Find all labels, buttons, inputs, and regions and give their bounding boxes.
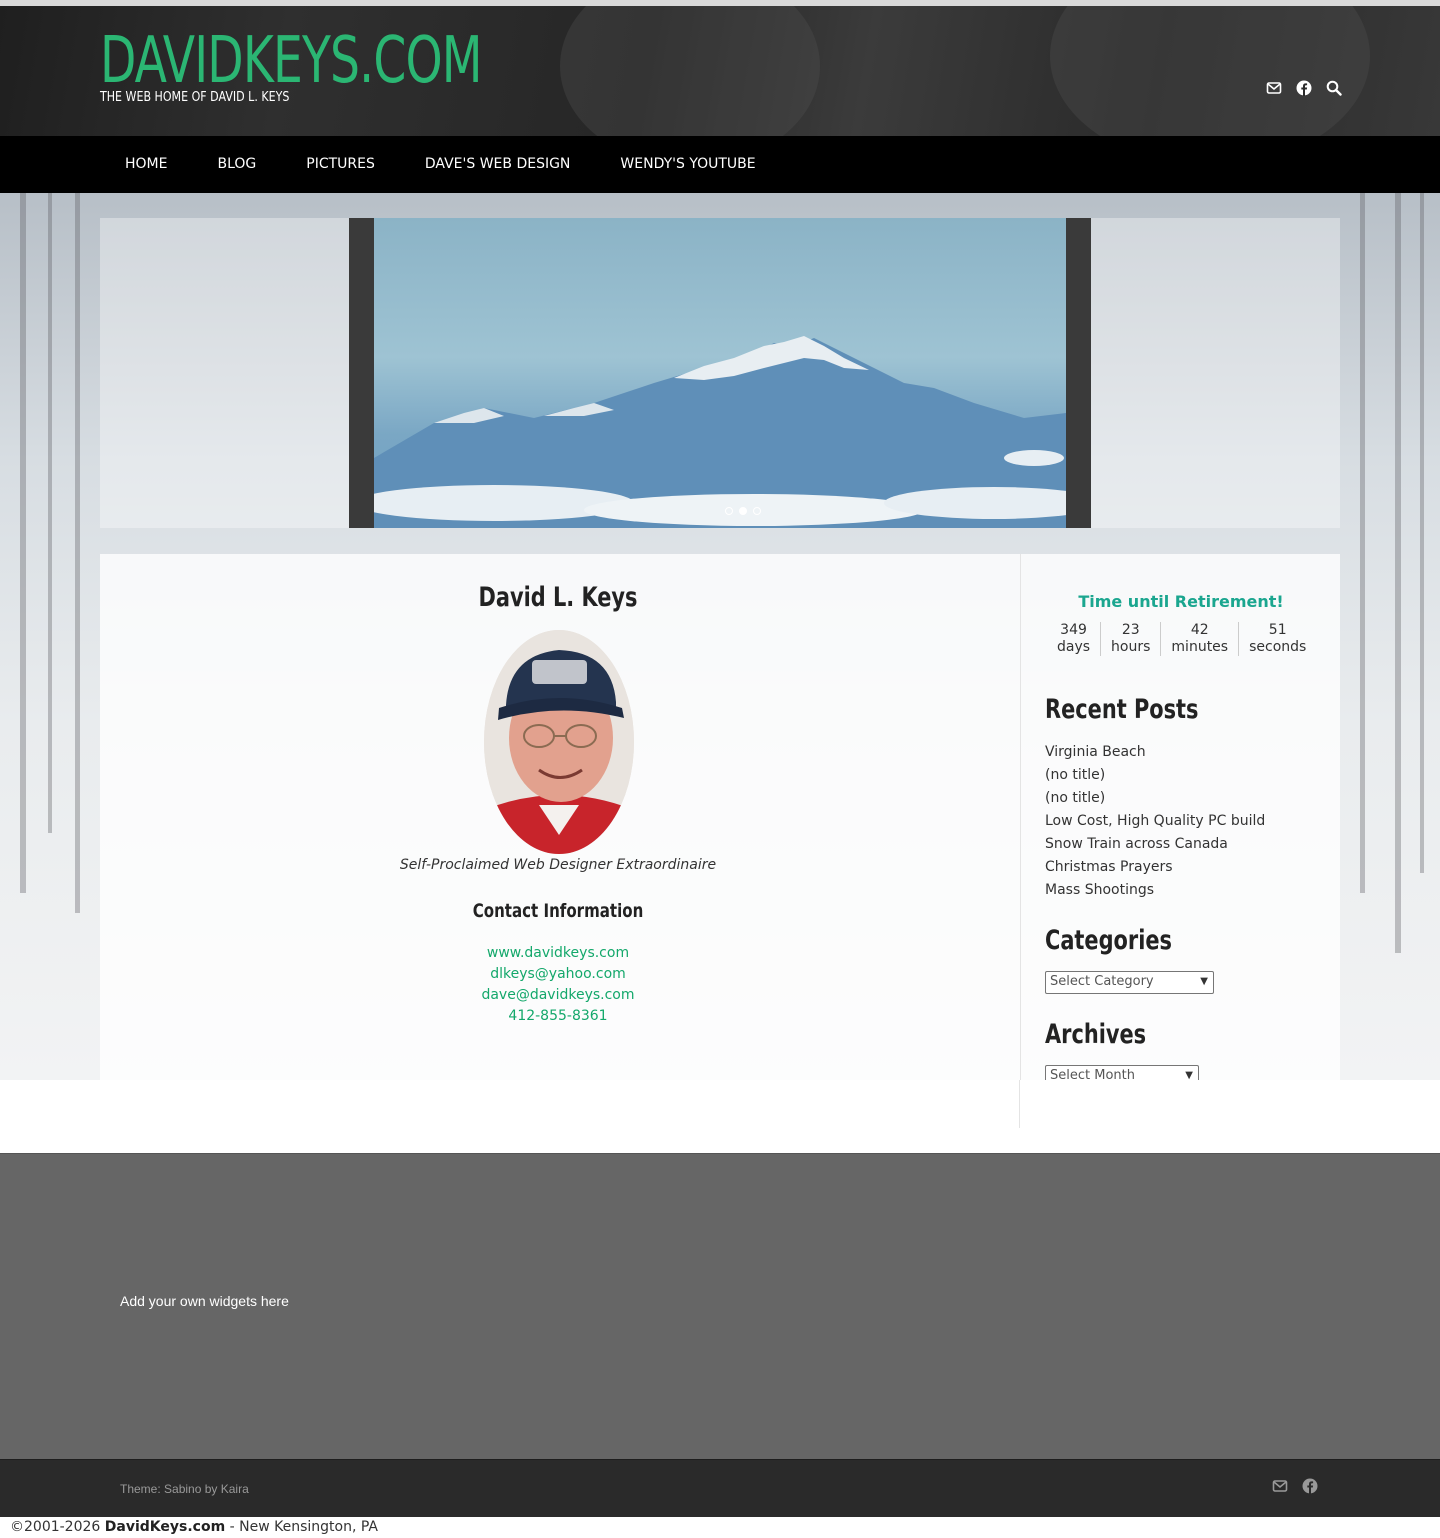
countdown-seconds: 51 seconds (1239, 622, 1316, 656)
countdown-hours-value: 23 (1121, 622, 1140, 638)
tree-trunk (1420, 193, 1424, 873)
chevron-down-icon: ▼ (1200, 976, 1208, 987)
footer-widgets-message: Add your own widgets here (120, 1293, 289, 1309)
countdown-minutes-value: 42 (1190, 622, 1209, 638)
search-icon[interactable] (1326, 80, 1342, 96)
countdown-days-label: days (1057, 639, 1091, 655)
footer-widget-area: Add your own widgets here (0, 1153, 1440, 1459)
countdown-hours-label: hours (1111, 639, 1151, 655)
page-title: David L. Keys (478, 582, 638, 613)
nav-item-pictures[interactable]: PICTURES (281, 136, 400, 193)
copyright-location: - New Kensington, PA (225, 1519, 378, 1535)
countdown-minutes-label: minutes (1171, 639, 1229, 655)
slider-dot[interactable] (725, 507, 733, 515)
copyright-line: ©2001-2026 DavidKeys.com - New Kensingto… (10, 1519, 378, 1535)
site-title[interactable]: DAVIDKEYS.COM (100, 24, 483, 98)
copyright-prefix: ©2001-2026 (10, 1519, 105, 1535)
archive-select-value: Select Month (1050, 1068, 1135, 1080)
phone-link[interactable]: 412-855-8361 (100, 1006, 1016, 1027)
footer-social-icons (1272, 1478, 1318, 1494)
tree-trunk (48, 193, 52, 833)
profile-photo (484, 630, 634, 854)
sidebar-divider (1019, 1080, 1020, 1128)
photo-caption: Self-Proclaimed Web Designer Extraordina… (399, 857, 717, 873)
image-slider[interactable] (349, 218, 1091, 528)
category-select-value: Select Category (1050, 974, 1154, 989)
facebook-icon[interactable] (1302, 1478, 1318, 1494)
copyright-site[interactable]: DavidKeys.com (105, 1519, 225, 1535)
post-link[interactable]: Mass Shootings (1045, 879, 1265, 902)
post-link[interactable]: Low Cost, High Quality PC build (1045, 810, 1265, 833)
post-link[interactable]: Christmas Prayers (1045, 856, 1265, 879)
tree-trunk (20, 193, 26, 893)
slider-dot-active[interactable] (739, 507, 747, 515)
countdown-days: 349 days (1047, 622, 1102, 656)
category-select[interactable]: Select Category ▼ (1045, 971, 1214, 994)
facebook-icon[interactable] (1296, 80, 1312, 96)
sidebar: Time until Retirement! 349 days 23 hours… (1020, 554, 1340, 1080)
slider-dots (725, 507, 761, 515)
countdown-hours: 23 hours (1101, 622, 1162, 656)
categories-heading: Categories (1045, 925, 1172, 956)
footer-bar: Theme: Sabino by Kaira (0, 1459, 1440, 1517)
recent-posts-list: Virginia Beach (no title) (no title) Low… (1045, 741, 1265, 902)
countdown-seconds-label: seconds (1249, 639, 1307, 655)
archives-heading: Archives (1045, 1019, 1147, 1050)
theme-credit[interactable]: Theme: Sabino by Kaira (120, 1482, 249, 1496)
nav-item-blog[interactable]: BLOG (192, 136, 281, 193)
main-content: David L. Keys Self-Proclaimed Web Design… (100, 554, 1020, 1080)
countdown-days-value: 349 (1060, 622, 1087, 638)
yahoo-email-link[interactable]: dlkeys@yahoo.com (100, 964, 1016, 985)
retirement-countdown: 349 days 23 hours 42 minutes 51 seconds (1047, 622, 1316, 656)
site-header: DAVIDKEYS.COM THE WEB HOME OF DAVID L. K… (0, 6, 1440, 136)
tree-trunk (75, 193, 80, 913)
archive-month-select[interactable]: Select Month ▼ (1045, 1065, 1199, 1080)
website-link[interactable]: www.davidkeys.com (100, 943, 1016, 964)
header-tree-silhouette (1050, 6, 1370, 136)
slider-container (100, 218, 1340, 528)
chevron-down-icon: ▼ (1185, 1070, 1193, 1080)
envelope-icon[interactable] (1266, 80, 1282, 96)
countdown-title: Time until Retirement! (1078, 592, 1284, 611)
contact-heading: Contact Information (472, 900, 644, 922)
mountain-slide-image (374, 218, 1066, 528)
post-link[interactable]: Snow Train across Canada (1045, 833, 1265, 856)
recent-posts-heading: Recent Posts (1045, 694, 1199, 725)
tree-trunk (1360, 193, 1365, 893)
post-link[interactable]: (no title) (1045, 787, 1265, 810)
tree-trunk (1395, 193, 1401, 953)
envelope-icon[interactable] (1272, 1478, 1288, 1494)
header-icons (1266, 80, 1342, 96)
post-link[interactable]: (no title) (1045, 764, 1265, 787)
nav-item-home[interactable]: HOME (100, 136, 192, 193)
snow-background: David L. Keys Self-Proclaimed Web Design… (0, 193, 1440, 1080)
countdown-minutes: 42 minutes (1161, 622, 1240, 656)
davidkeys-email-link[interactable]: dave@davidkeys.com (100, 985, 1016, 1006)
slider-dot[interactable] (753, 507, 761, 515)
contact-list: www.davidkeys.com dlkeys@yahoo.com dave@… (100, 943, 1016, 1027)
header-tree-silhouette (560, 6, 820, 136)
countdown-seconds-value: 51 (1268, 622, 1287, 638)
nav-item-daves-web-design[interactable]: DAVE'S WEB DESIGN (400, 136, 596, 193)
post-link[interactable]: Virginia Beach (1045, 741, 1265, 764)
site-tagline: THE WEB HOME OF DAVID L. KEYS (100, 90, 290, 105)
main-nav: HOME BLOG PICTURES DAVE'S WEB DESIGN WEN… (0, 136, 1440, 193)
nav-item-wendys-youtube[interactable]: WENDY'S YOUTUBE (595, 136, 780, 193)
